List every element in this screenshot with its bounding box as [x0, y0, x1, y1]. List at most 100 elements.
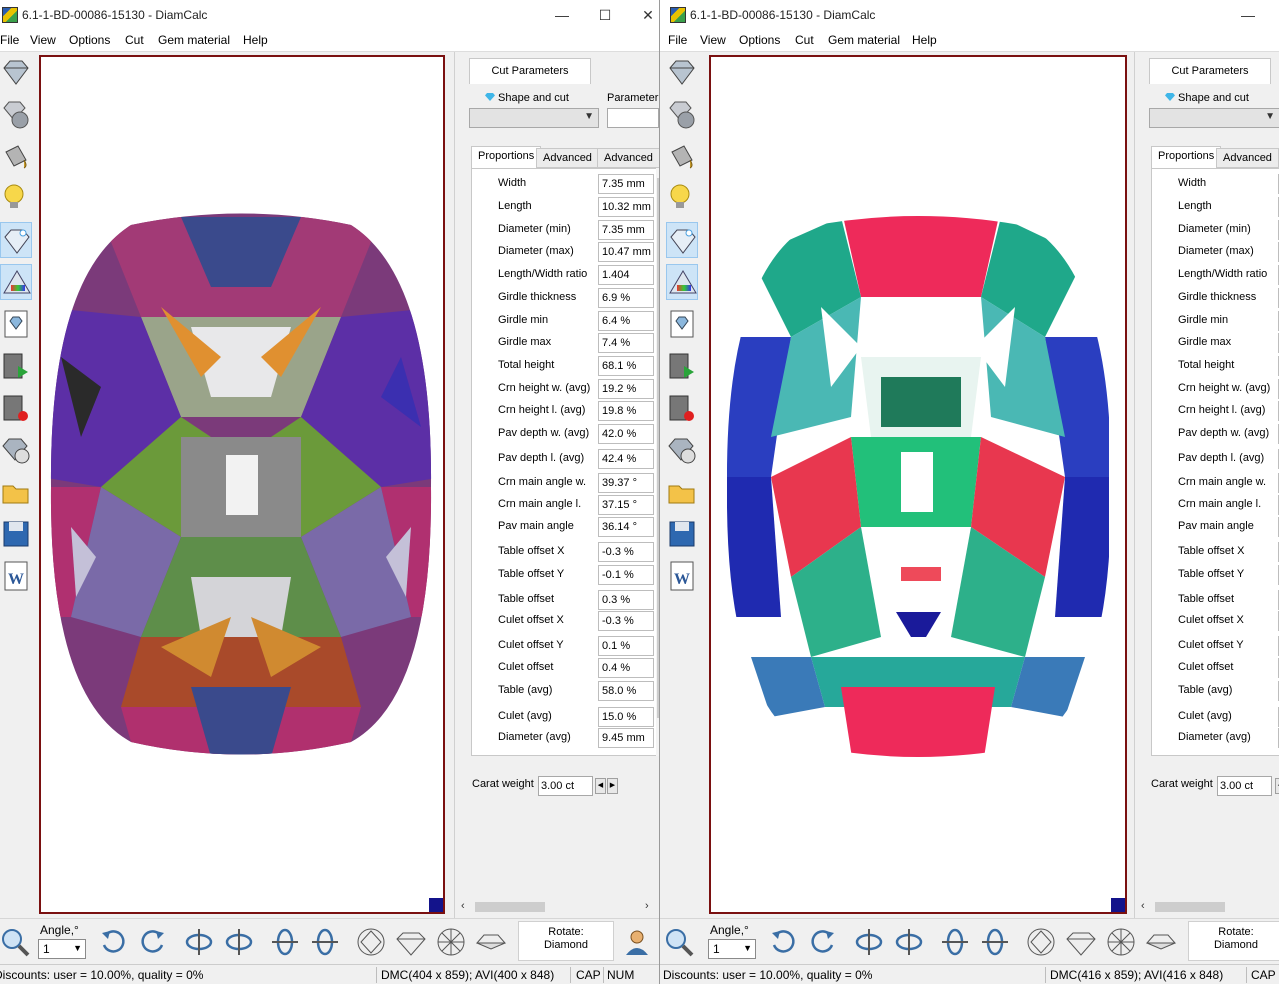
carat-weight-input[interactable]: 3.00 ct	[1217, 776, 1272, 796]
proportion-value-field[interactable]: 10.47 mm	[598, 242, 654, 262]
open-folder-icon[interactable]	[666, 474, 698, 510]
menu-cut[interactable]: Cut	[125, 33, 144, 47]
minimize-button[interactable]: —	[1228, 3, 1268, 27]
proportion-value-field[interactable]: 58.0 %	[598, 681, 654, 701]
flip-horizontal-down-icon[interactable]	[978, 925, 1012, 959]
tab-advanced-1[interactable]: Advanced	[536, 148, 599, 168]
proportion-value-field[interactable]: -0.3 %	[598, 542, 654, 562]
diamond-pavilion-icon[interactable]	[1144, 925, 1178, 959]
diamond-top-view-icon[interactable]	[354, 925, 388, 959]
proportion-value-field[interactable]: 0.1 %	[598, 636, 654, 656]
diamond-side-view-icon[interactable]	[1064, 925, 1098, 959]
menu-options[interactable]: Options	[739, 33, 780, 47]
diamond-top-view-icon[interactable]	[1024, 925, 1058, 959]
carat-weight-input[interactable]: 3.00 ct	[538, 776, 593, 796]
rotate-mode-box[interactable]: Rotate: Diamond	[518, 921, 614, 961]
flip-horizontal-down-icon[interactable]	[308, 925, 342, 959]
flip-vertical-left-icon[interactable]	[852, 925, 886, 959]
film-play-icon[interactable]	[0, 348, 32, 384]
shape-cut-dropdown[interactable]: ▼	[469, 108, 599, 128]
proportion-value-field[interactable]: 39.37 °	[598, 473, 654, 493]
tab-cut-parameters[interactable]: Cut Parameters	[1149, 58, 1271, 84]
rotate-cw-icon[interactable]	[136, 925, 170, 959]
proportion-value-field[interactable]: 19.8 %	[598, 401, 654, 421]
word-export-icon[interactable]: W	[666, 558, 698, 594]
flip-vertical-left-icon[interactable]	[182, 925, 216, 959]
proportion-value-field[interactable]: 19.2 %	[598, 379, 654, 399]
film-play-icon[interactable]	[666, 348, 698, 384]
report-diamond-icon[interactable]	[666, 306, 698, 342]
hscroll-thumb[interactable]	[1155, 902, 1225, 912]
hscroll-thumb[interactable]	[475, 902, 545, 912]
diamond-sparkle-icon[interactable]	[0, 222, 32, 258]
rotate-mode-box[interactable]: Rotate: Diamond	[1188, 921, 1279, 961]
tab-cut-parameters[interactable]: Cut Parameters	[469, 58, 591, 84]
tab-proportions[interactable]: Proportions	[1151, 146, 1222, 168]
menu-cut[interactable]: Cut	[795, 33, 814, 47]
proportion-value-field[interactable]: 9.45 mm	[598, 728, 654, 748]
menu-gem-material[interactable]: Gem material	[158, 33, 230, 47]
spectrum-prism-icon[interactable]	[666, 264, 698, 300]
menu-gem-material[interactable]: Gem material	[828, 33, 900, 47]
diamond-view-icon[interactable]	[666, 54, 698, 90]
shape-cut-dropdown[interactable]: ▼	[1149, 108, 1279, 128]
menu-view[interactable]: View	[30, 33, 56, 47]
proportion-value-field[interactable]: -0.3 %	[598, 611, 654, 631]
magnifier-icon[interactable]	[0, 925, 34, 959]
proportion-value-field[interactable]: 15.0 %	[598, 707, 654, 727]
proportion-value-field[interactable]: 1.404	[598, 265, 654, 285]
tab-advanced-2[interactable]: Advanced	[597, 148, 659, 168]
tab-proportions[interactable]: Proportions	[471, 146, 542, 168]
proportion-value-field[interactable]: -0.1 %	[598, 565, 654, 585]
spin-right-button[interactable]: ▶	[607, 778, 618, 794]
proportion-value-field[interactable]: 0.3 %	[598, 590, 654, 610]
proportion-value-field[interactable]: 42.0 %	[598, 424, 654, 444]
menu-help[interactable]: Help	[912, 33, 937, 47]
flip-vertical-right-icon[interactable]	[892, 925, 926, 959]
angle-select[interactable]: 1 ▼	[38, 939, 86, 959]
user-rotate-icon[interactable]	[620, 925, 654, 959]
open-folder-icon[interactable]	[0, 474, 32, 510]
magnifier-icon[interactable]	[664, 925, 698, 959]
light-bulb-icon[interactable]	[666, 180, 698, 216]
proportion-value-field[interactable]: 68.1 %	[598, 356, 654, 376]
diamond-wheel-icon[interactable]	[666, 432, 698, 468]
parameter-input[interactable]	[607, 108, 659, 128]
diamond-render-viewport[interactable]	[39, 55, 445, 914]
flip-vertical-right-icon[interactable]	[222, 925, 256, 959]
light-bulb-icon[interactable]	[0, 180, 32, 216]
proportion-value-field[interactable]: 10.32 mm	[598, 197, 654, 217]
flip-horizontal-up-icon[interactable]	[938, 925, 972, 959]
menu-options[interactable]: Options	[69, 33, 110, 47]
rotate-ccw-icon[interactable]	[96, 925, 130, 959]
diamond-view-icon[interactable]	[0, 54, 32, 90]
close-button[interactable]: ✕	[628, 3, 659, 27]
paint-bucket-icon[interactable]	[666, 138, 698, 174]
diamond-side-view-icon[interactable]	[394, 925, 428, 959]
diamond-bottom-view-icon[interactable]	[434, 925, 468, 959]
tab-advanced[interactable]: Advanced	[1216, 148, 1279, 168]
spin-left-button[interactable]: ◀	[1275, 778, 1279, 794]
diamond-sparkle-icon[interactable]	[666, 222, 698, 258]
proportion-value-field[interactable]: 37.15 °	[598, 495, 654, 515]
rotate-cw-icon[interactable]	[806, 925, 840, 959]
rotate-ccw-icon[interactable]	[766, 925, 800, 959]
save-disk-icon[interactable]	[0, 516, 32, 552]
save-disk-icon[interactable]	[666, 516, 698, 552]
menu-help[interactable]: Help	[243, 33, 268, 47]
proportion-value-field[interactable]: 7.35 mm	[598, 174, 654, 194]
proportion-value-field[interactable]: 42.4 %	[598, 449, 654, 469]
proportion-value-field[interactable]: 6.9 %	[598, 288, 654, 308]
film-record-icon[interactable]	[0, 390, 32, 426]
word-export-icon[interactable]: W	[0, 558, 32, 594]
scroll-left-icon[interactable]: ‹	[1141, 900, 1145, 912]
scroll-right-icon[interactable]: ›	[645, 900, 649, 912]
spin-left-button[interactable]: ◀	[595, 778, 606, 794]
menu-view[interactable]: View	[700, 33, 726, 47]
scroll-left-icon[interactable]: ‹	[461, 900, 465, 912]
report-diamond-icon[interactable]	[0, 306, 32, 342]
menu-file[interactable]: File	[0, 33, 19, 47]
proportion-value-field[interactable]: 7.35 mm	[598, 220, 654, 240]
diamond-bottom-view-icon[interactable]	[1104, 925, 1138, 959]
diamond-render-viewport[interactable]	[709, 55, 1127, 914]
